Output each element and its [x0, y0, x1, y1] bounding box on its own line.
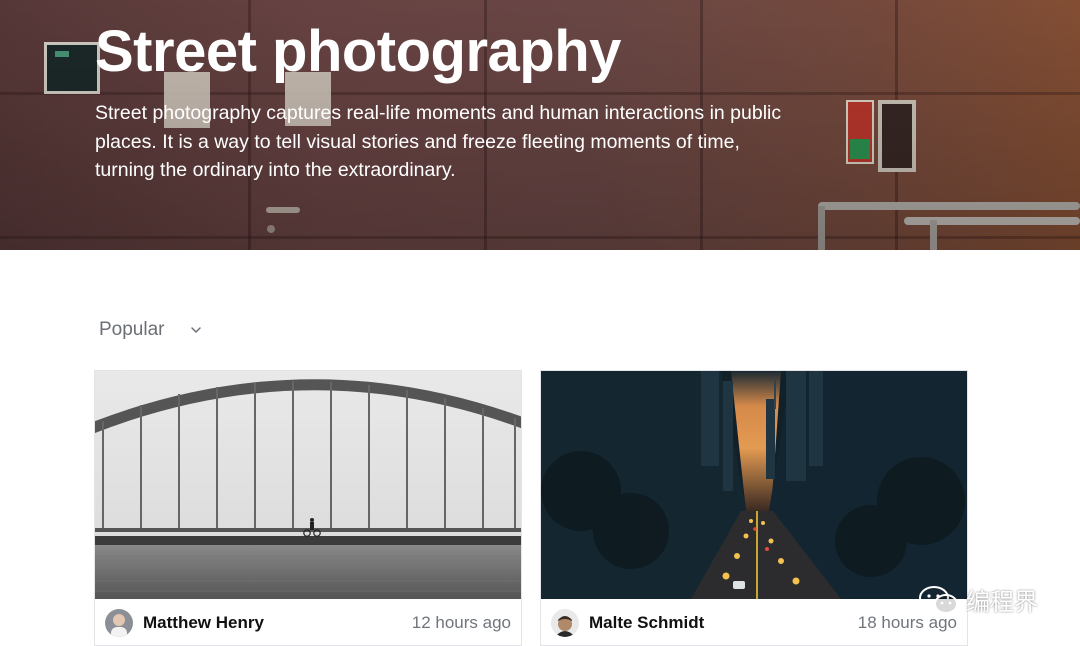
- card-footer: Matthew Henry 12 hours ago: [95, 599, 521, 646]
- avatar[interactable]: [105, 609, 133, 637]
- author-name[interactable]: Malte Schmidt: [589, 613, 704, 633]
- city-street-photo[interactable]: [541, 371, 967, 599]
- bridge-photo[interactable]: [95, 371, 521, 599]
- card-footer: Malte Schmidt 18 hours ago: [541, 599, 967, 646]
- timestamp: 12 hours ago: [411, 613, 511, 632]
- hero-banner: Street photography Street photography ca…: [0, 0, 1080, 250]
- watermark-text: 编程界: [966, 589, 1038, 616]
- photo-card[interactable]: Malte Schmidt 18 hours ago: [540, 370, 968, 646]
- author-name[interactable]: Matthew Henry: [143, 613, 264, 633]
- page-title: Street photography: [95, 19, 621, 84]
- avatar[interactable]: [551, 609, 579, 637]
- chevron-down-icon: [190, 327, 201, 333]
- photo-card[interactable]: Matthew Henry 12 hours ago: [94, 370, 522, 646]
- sort-selected-value: Popular: [99, 319, 165, 340]
- page-description: Street photography captures real-life mo…: [95, 102, 782, 181]
- wechat-icon: [919, 585, 958, 614]
- sort-dropdown[interactable]: Popular: [99, 316, 203, 344]
- watermark: 编程界: [918, 582, 1038, 617]
